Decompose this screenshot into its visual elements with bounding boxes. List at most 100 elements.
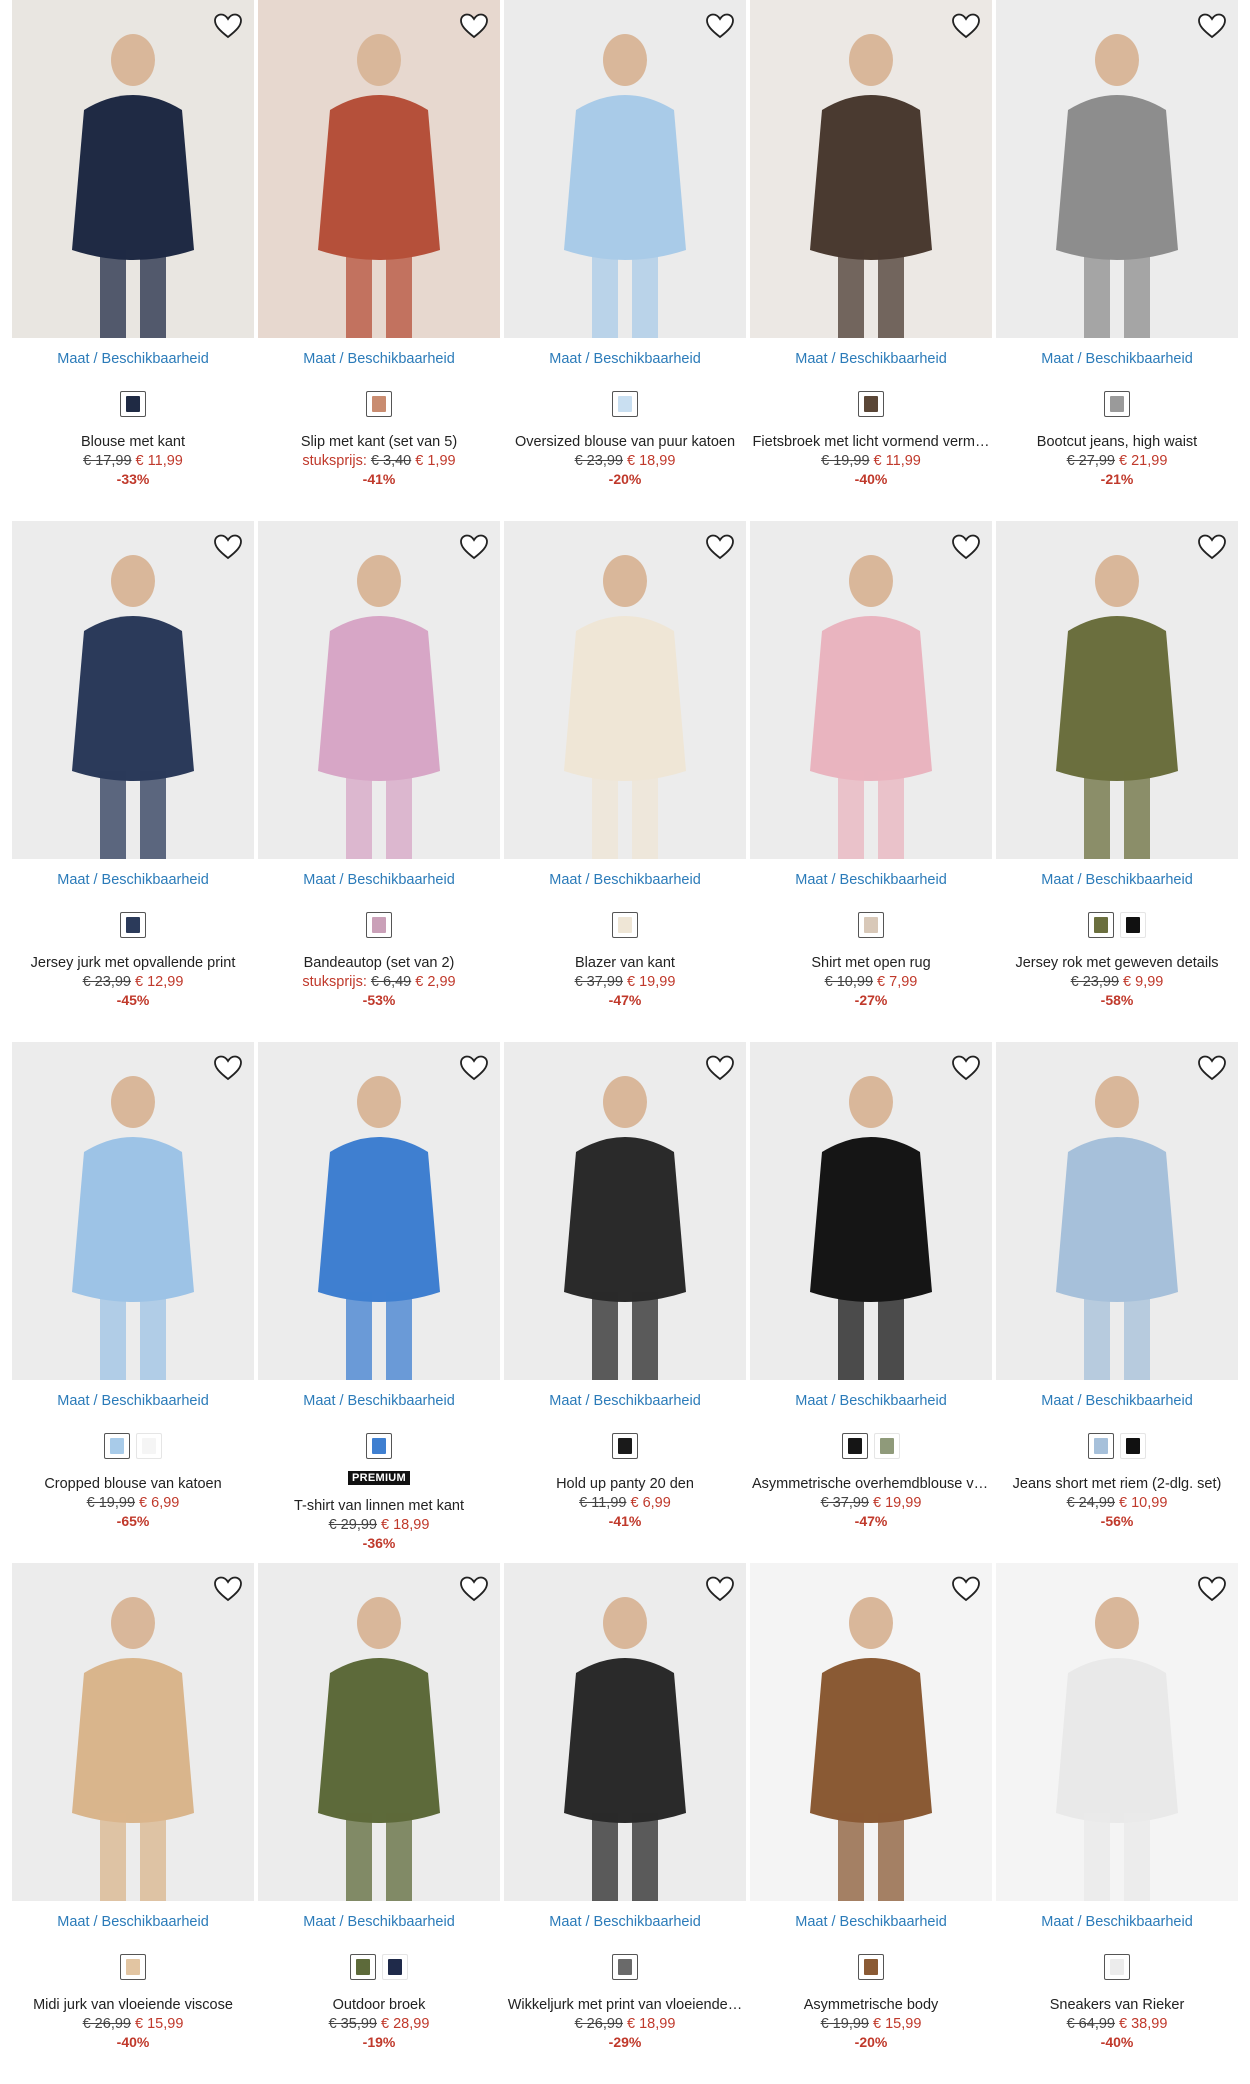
- product-card[interactable]: Maat / Beschikbaarheid Jeans short met r…: [996, 1042, 1238, 1563]
- product-name[interactable]: Jersey jurk met opvallende print: [12, 955, 254, 971]
- color-swatch[interactable]: [350, 1954, 376, 1980]
- color-swatch[interactable]: [1104, 391, 1130, 417]
- product-card[interactable]: Maat / Beschikbaarheid Oversized blouse …: [504, 0, 746, 521]
- wishlist-heart-icon[interactable]: [212, 10, 244, 42]
- product-image[interactable]: [258, 1563, 500, 1901]
- size-availability-link[interactable]: Maat / Beschikbaarheid: [258, 872, 500, 890]
- product-image[interactable]: [12, 1042, 254, 1380]
- wishlist-heart-icon[interactable]: [1196, 10, 1228, 42]
- product-name[interactable]: Outdoor broek: [258, 1997, 500, 2013]
- color-swatch[interactable]: [120, 912, 146, 938]
- size-availability-link[interactable]: Maat / Beschikbaarheid: [750, 1914, 992, 1932]
- wishlist-heart-icon[interactable]: [212, 531, 244, 563]
- wishlist-heart-icon[interactable]: [1196, 531, 1228, 563]
- product-card[interactable]: Maat / Beschikbaarheid Shirt met open ru…: [750, 521, 992, 1042]
- size-availability-link[interactable]: Maat / Beschikbaarheid: [12, 1393, 254, 1411]
- product-image[interactable]: [258, 0, 500, 338]
- color-swatch[interactable]: [858, 1954, 884, 1980]
- product-card[interactable]: Maat / Beschikbaarheid Outdoor broek € 3…: [258, 1563, 500, 2084]
- product-image[interactable]: [996, 521, 1238, 859]
- product-name[interactable]: Fietsbroek met licht vormend verm…: [750, 434, 992, 450]
- color-swatch[interactable]: [366, 912, 392, 938]
- size-availability-link[interactable]: Maat / Beschikbaarheid: [996, 872, 1238, 890]
- product-name[interactable]: Asymmetrische body: [750, 1997, 992, 2013]
- product-image[interactable]: [750, 1563, 992, 1901]
- color-swatch[interactable]: [104, 1433, 130, 1459]
- color-swatch[interactable]: [1120, 1433, 1146, 1459]
- color-swatch[interactable]: [366, 391, 392, 417]
- color-swatch[interactable]: [366, 1433, 392, 1459]
- product-card[interactable]: Maat / Beschikbaarheid Sneakers van Riek…: [996, 1563, 1238, 2084]
- color-swatch[interactable]: [612, 391, 638, 417]
- product-card[interactable]: Maat / Beschikbaarheid Fietsbroek met li…: [750, 0, 992, 521]
- size-availability-link[interactable]: Maat / Beschikbaarheid: [750, 351, 992, 369]
- size-availability-link[interactable]: Maat / Beschikbaarheid: [258, 351, 500, 369]
- product-image[interactable]: [996, 1042, 1238, 1380]
- wishlist-heart-icon[interactable]: [458, 1573, 490, 1605]
- wishlist-heart-icon[interactable]: [1196, 1052, 1228, 1084]
- size-availability-link[interactable]: Maat / Beschikbaarheid: [12, 872, 254, 890]
- wishlist-heart-icon[interactable]: [950, 1573, 982, 1605]
- product-name[interactable]: Sneakers van Rieker: [996, 1997, 1238, 2013]
- product-image[interactable]: [996, 0, 1238, 338]
- size-availability-link[interactable]: Maat / Beschikbaarheid: [996, 1393, 1238, 1411]
- product-name[interactable]: Blouse met kant: [12, 434, 254, 450]
- product-card[interactable]: Maat / Beschikbaarheid Bootcut jeans, hi…: [996, 0, 1238, 521]
- product-image[interactable]: [504, 1042, 746, 1380]
- color-swatch[interactable]: [1120, 912, 1146, 938]
- product-card[interactable]: Maat / Beschikbaarheid Slip met kant (se…: [258, 0, 500, 521]
- size-availability-link[interactable]: Maat / Beschikbaarheid: [504, 1393, 746, 1411]
- product-name[interactable]: Hold up panty 20 den: [504, 1476, 746, 1492]
- color-swatch[interactable]: [842, 1433, 868, 1459]
- size-availability-link[interactable]: Maat / Beschikbaarheid: [750, 1393, 992, 1411]
- product-image[interactable]: [750, 0, 992, 338]
- size-availability-link[interactable]: Maat / Beschikbaarheid: [996, 1914, 1238, 1932]
- color-swatch[interactable]: [1104, 1954, 1130, 1980]
- wishlist-heart-icon[interactable]: [704, 10, 736, 42]
- color-swatch[interactable]: [612, 1433, 638, 1459]
- product-image[interactable]: [12, 0, 254, 338]
- product-image[interactable]: [258, 521, 500, 859]
- size-availability-link[interactable]: Maat / Beschikbaarheid: [504, 351, 746, 369]
- product-name[interactable]: T-shirt van linnen met kant: [258, 1498, 500, 1514]
- size-availability-link[interactable]: Maat / Beschikbaarheid: [258, 1393, 500, 1411]
- product-image[interactable]: [12, 1563, 254, 1901]
- color-swatch[interactable]: [612, 912, 638, 938]
- product-name[interactable]: Jeans short met riem (2-dlg. set): [996, 1476, 1238, 1492]
- product-name[interactable]: Shirt met open rug: [750, 955, 992, 971]
- wishlist-heart-icon[interactable]: [950, 1052, 982, 1084]
- product-image[interactable]: [750, 521, 992, 859]
- wishlist-heart-icon[interactable]: [458, 1052, 490, 1084]
- product-card[interactable]: Maat / Beschikbaarheid Hold up panty 20 …: [504, 1042, 746, 1563]
- color-swatch[interactable]: [382, 1954, 408, 1980]
- product-image[interactable]: [12, 521, 254, 859]
- wishlist-heart-icon[interactable]: [458, 531, 490, 563]
- product-card[interactable]: Maat / Beschikbaarheid Blouse met kant €…: [12, 0, 254, 521]
- product-image[interactable]: [750, 1042, 992, 1380]
- wishlist-heart-icon[interactable]: [458, 10, 490, 42]
- wishlist-heart-icon[interactable]: [704, 531, 736, 563]
- product-card[interactable]: Maat / Beschikbaarheid Cropped blouse va…: [12, 1042, 254, 1563]
- product-name[interactable]: Bootcut jeans, high waist: [996, 434, 1238, 450]
- wishlist-heart-icon[interactable]: [704, 1573, 736, 1605]
- size-availability-link[interactable]: Maat / Beschikbaarheid: [504, 1914, 746, 1932]
- product-card[interactable]: Maat / Beschikbaarheid Jersey rok met ge…: [996, 521, 1238, 1042]
- product-name[interactable]: Jersey rok met geweven details: [996, 955, 1238, 971]
- wishlist-heart-icon[interactable]: [950, 531, 982, 563]
- wishlist-heart-icon[interactable]: [950, 10, 982, 42]
- size-availability-link[interactable]: Maat / Beschikbaarheid: [504, 872, 746, 890]
- color-swatch[interactable]: [120, 391, 146, 417]
- product-card[interactable]: Maat / Beschikbaarheid Midi jurk van vlo…: [12, 1563, 254, 2084]
- color-swatch[interactable]: [858, 912, 884, 938]
- color-swatch[interactable]: [858, 391, 884, 417]
- color-swatch[interactable]: [1088, 1433, 1114, 1459]
- product-card[interactable]: Maat / Beschikbaarheid PREMIUM T-shirt v…: [258, 1042, 500, 1563]
- size-availability-link[interactable]: Maat / Beschikbaarheid: [12, 351, 254, 369]
- product-image[interactable]: [504, 0, 746, 338]
- product-name[interactable]: Bandeautop (set van 2): [258, 955, 500, 971]
- product-card[interactable]: Maat / Beschikbaarheid Wikkeljurk met pr…: [504, 1563, 746, 2084]
- product-name[interactable]: Oversized blouse van puur katoen: [504, 434, 746, 450]
- wishlist-heart-icon[interactable]: [1196, 1573, 1228, 1605]
- product-name[interactable]: Wikkeljurk met print van vloeiende…: [504, 1997, 746, 2013]
- color-swatch[interactable]: [874, 1433, 900, 1459]
